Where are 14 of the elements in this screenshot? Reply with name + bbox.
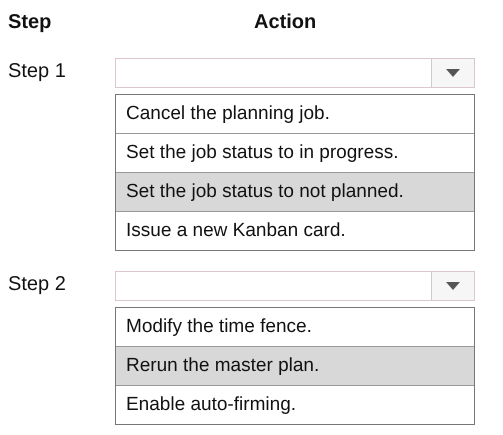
dropdown-option[interactable]: Issue a new Kanban card. — [116, 211, 474, 250]
dropdown-option[interactable]: Modify the time fence. — [116, 308, 474, 346]
dropdown-option[interactable]: Rerun the master plan. — [116, 346, 474, 385]
dropdown[interactable] — [115, 58, 475, 88]
dropdown[interactable] — [115, 271, 475, 301]
dropdown-option[interactable]: Cancel the planning job. — [116, 95, 474, 133]
step-label: Step 1 — [8, 59, 67, 84]
caret-icon — [446, 282, 460, 290]
caret-icon — [446, 69, 460, 77]
column-header: Action — [254, 10, 316, 34]
column-header: Step — [8, 10, 52, 34]
dropdown-option[interactable]: Set the job status to not planned. — [116, 172, 474, 211]
step-label: Step 2 — [8, 272, 67, 297]
dropdown-option[interactable]: Enable auto-firming. — [116, 385, 474, 424]
